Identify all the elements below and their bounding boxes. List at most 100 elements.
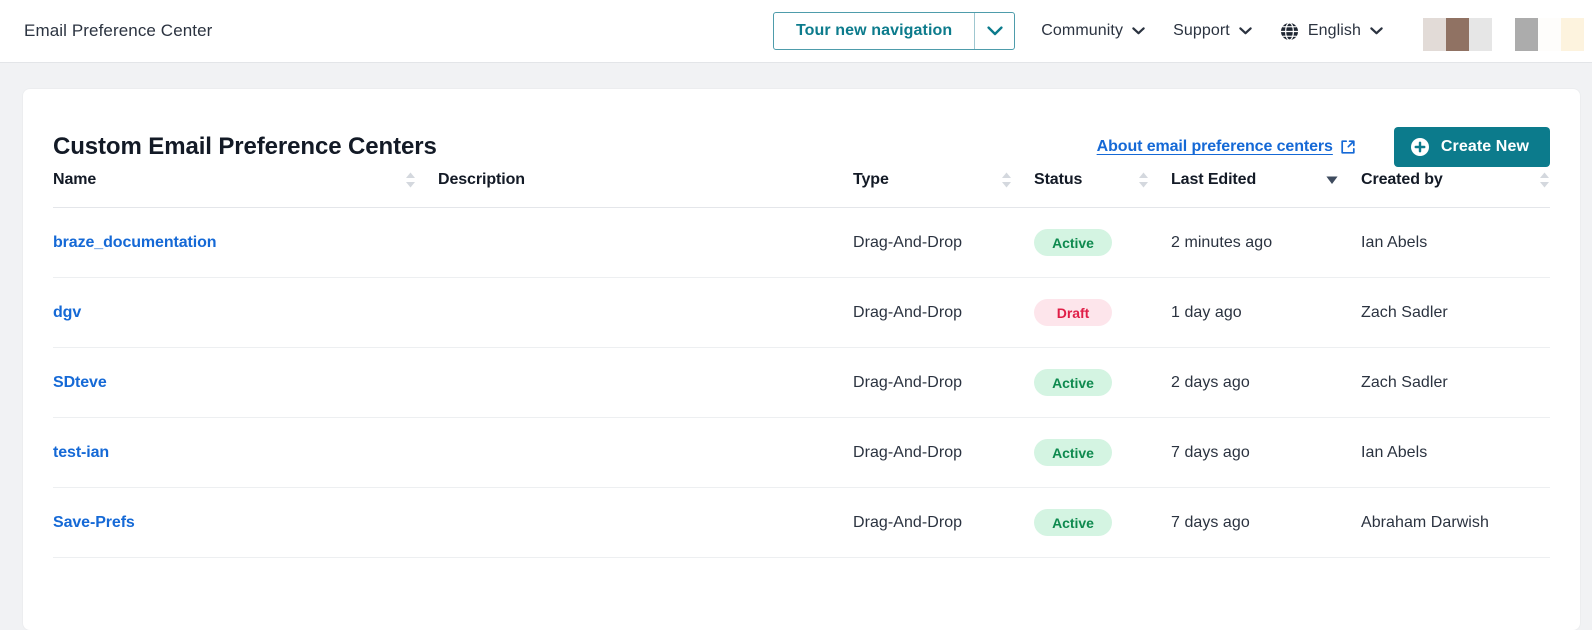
create-new-button[interactable]: Create New bbox=[1393, 127, 1550, 167]
cell-type: Drag-And-Drop bbox=[853, 277, 1034, 348]
nav-item-support[interactable]: Support bbox=[1173, 22, 1252, 40]
about-email-preference-centers-link[interactable]: About email preference centers bbox=[1097, 138, 1356, 156]
preference-center-name-link[interactable]: SDteve bbox=[53, 374, 107, 391]
language-selector[interactable]: English bbox=[1280, 21, 1383, 41]
column-header-last-edited[interactable]: Last Edited bbox=[1171, 171, 1361, 208]
sort-toggle-created-by[interactable] bbox=[1539, 171, 1550, 189]
status-badge: Active bbox=[1034, 229, 1112, 256]
preference-center-name-link[interactable]: braze_documentation bbox=[53, 234, 217, 251]
chevron-down-icon bbox=[987, 26, 1003, 36]
redacted-block bbox=[1446, 18, 1469, 51]
cell-last-edited: 2 days ago bbox=[1171, 347, 1361, 418]
preference-center-name-link[interactable]: dgv bbox=[53, 304, 81, 321]
column-header-created-by-label: Created by bbox=[1361, 171, 1443, 188]
sort-neutral-icon bbox=[1002, 172, 1011, 188]
redacted-block bbox=[1538, 18, 1561, 51]
cell-name: SDteve bbox=[53, 347, 438, 418]
email-preference-centers-card: Custom Email Preference Centers About em… bbox=[23, 89, 1580, 630]
card-header: Custom Email Preference Centers About em… bbox=[53, 89, 1550, 171]
status-badge: Active bbox=[1034, 369, 1112, 396]
table-body: braze_documentation Drag-And-Drop Active 2 … bbox=[53, 207, 1550, 558]
tour-new-navigation-dropdown-toggle[interactable] bbox=[974, 13, 1014, 49]
column-header-status[interactable]: Status bbox=[1034, 171, 1171, 208]
cell-description bbox=[438, 347, 853, 418]
globe-icon bbox=[1280, 21, 1298, 41]
cell-name: braze_documentation bbox=[53, 207, 438, 278]
card-header-actions: About email preference centers Create Ne… bbox=[1097, 127, 1550, 167]
plus-circle-icon bbox=[1410, 138, 1429, 156]
top-bar-right-group: Tour new navigation Community Support En… bbox=[772, 0, 1592, 62]
tour-new-navigation-button[interactable]: Tour new navigation bbox=[772, 12, 1016, 50]
sort-toggle-type[interactable] bbox=[1001, 171, 1034, 189]
column-header-type[interactable]: Type bbox=[853, 171, 1034, 208]
cell-type: Drag-And-Drop bbox=[853, 417, 1034, 488]
table-row: braze_documentation Drag-And-Drop Active 2 … bbox=[53, 207, 1550, 278]
cell-type: Drag-And-Drop bbox=[853, 347, 1034, 418]
column-header-description[interactable]: Description bbox=[438, 171, 853, 208]
redacted-block bbox=[1492, 11, 1515, 51]
external-link-icon bbox=[1341, 140, 1355, 154]
cell-last-edited: 1 day ago bbox=[1171, 277, 1361, 348]
nav-item-support-label: Support bbox=[1173, 22, 1230, 39]
status-badge: Draft bbox=[1034, 299, 1112, 326]
sort-neutral-icon bbox=[1540, 172, 1549, 188]
cell-status: Active bbox=[1034, 487, 1171, 558]
cell-description bbox=[438, 277, 853, 348]
sort-toggle-status[interactable] bbox=[1138, 171, 1171, 189]
cell-type: Drag-And-Drop bbox=[853, 487, 1034, 558]
preference-center-name-link[interactable]: test-ian bbox=[53, 444, 109, 461]
cell-description bbox=[438, 487, 853, 558]
column-header-last-edited-label: Last Edited bbox=[1171, 171, 1257, 188]
cell-created-by: Ian Abels bbox=[1361, 417, 1550, 488]
redacted-block bbox=[1515, 18, 1538, 51]
redacted-block bbox=[1423, 18, 1446, 51]
column-header-description-label: Description bbox=[438, 171, 525, 188]
column-header-name-label: Name bbox=[53, 171, 97, 188]
table-header: Name Description Type Status Last Edited… bbox=[53, 171, 1550, 208]
create-new-label: Create New bbox=[1440, 138, 1529, 155]
column-header-created-by[interactable]: Created by bbox=[1361, 171, 1550, 208]
about-link-label: About email preference centers bbox=[1096, 138, 1333, 155]
cell-name: Save-Prefs bbox=[53, 487, 438, 558]
cell-created-by: Zach Sadler bbox=[1361, 277, 1550, 348]
cell-status: Active bbox=[1034, 417, 1171, 488]
table-row: Save-Prefs Drag-And-Drop Active 7 days ago A… bbox=[53, 487, 1550, 558]
cell-last-edited: 7 days ago bbox=[1171, 487, 1361, 558]
chevron-down-icon bbox=[1370, 27, 1383, 35]
redacted-block bbox=[1469, 18, 1492, 51]
table-row: dgv Drag-And-Drop Draft 1 day ago Zach Sadle… bbox=[53, 277, 1550, 348]
column-header-type-label: Type bbox=[853, 171, 889, 188]
cell-name: test-ian bbox=[53, 417, 438, 488]
column-header-name[interactable]: Name bbox=[53, 171, 438, 208]
chevron-down-icon bbox=[1132, 27, 1145, 35]
tour-new-navigation-label: Tour new navigation bbox=[795, 22, 953, 39]
nav-item-community[interactable]: Community bbox=[1041, 22, 1145, 40]
page-title: Custom Email Preference Centers bbox=[53, 133, 437, 160]
table-header-row: Name Description Type Status Last Edited… bbox=[53, 171, 1550, 208]
redacted-avatar-area[interactable] bbox=[1423, 11, 1584, 51]
cell-last-edited: 7 days ago bbox=[1171, 417, 1361, 488]
page-body: Custom Email Preference Centers About em… bbox=[0, 63, 1592, 630]
cell-last-edited: 2 minutes ago bbox=[1171, 207, 1361, 278]
chevron-down-icon bbox=[1239, 27, 1252, 35]
redacted-block bbox=[1561, 18, 1584, 51]
preference-center-name-link[interactable]: Save-Prefs bbox=[53, 514, 135, 531]
sort-toggle-name[interactable] bbox=[405, 171, 438, 189]
preference-centers-table: Name Description Type Status Last Edited… bbox=[53, 171, 1550, 558]
sort-neutral-icon bbox=[1139, 172, 1148, 188]
cell-created-by: Abraham Darwish bbox=[1361, 487, 1550, 558]
app-title: Email Preference Center bbox=[24, 21, 213, 40]
sort-toggle-last-edited[interactable] bbox=[1325, 171, 1361, 189]
cell-created-by: Ian Abels bbox=[1361, 207, 1550, 278]
sort-descending-icon bbox=[1326, 176, 1338, 184]
top-bar: Email Preference Center Tour new navigat… bbox=[0, 0, 1592, 63]
table-row: test-ian Drag-And-Drop Active 7 days ago Ian… bbox=[53, 417, 1550, 488]
cell-status: Draft bbox=[1034, 277, 1171, 348]
status-badge: Active bbox=[1034, 439, 1112, 466]
table-row: SDteve Drag-And-Drop Active 2 days ago Zach … bbox=[53, 347, 1550, 418]
cell-name: dgv bbox=[53, 277, 438, 348]
sort-neutral-icon bbox=[406, 172, 415, 188]
cell-created-by: Zach Sadler bbox=[1361, 347, 1550, 418]
column-header-status-label: Status bbox=[1034, 171, 1083, 188]
cell-description bbox=[438, 417, 853, 488]
